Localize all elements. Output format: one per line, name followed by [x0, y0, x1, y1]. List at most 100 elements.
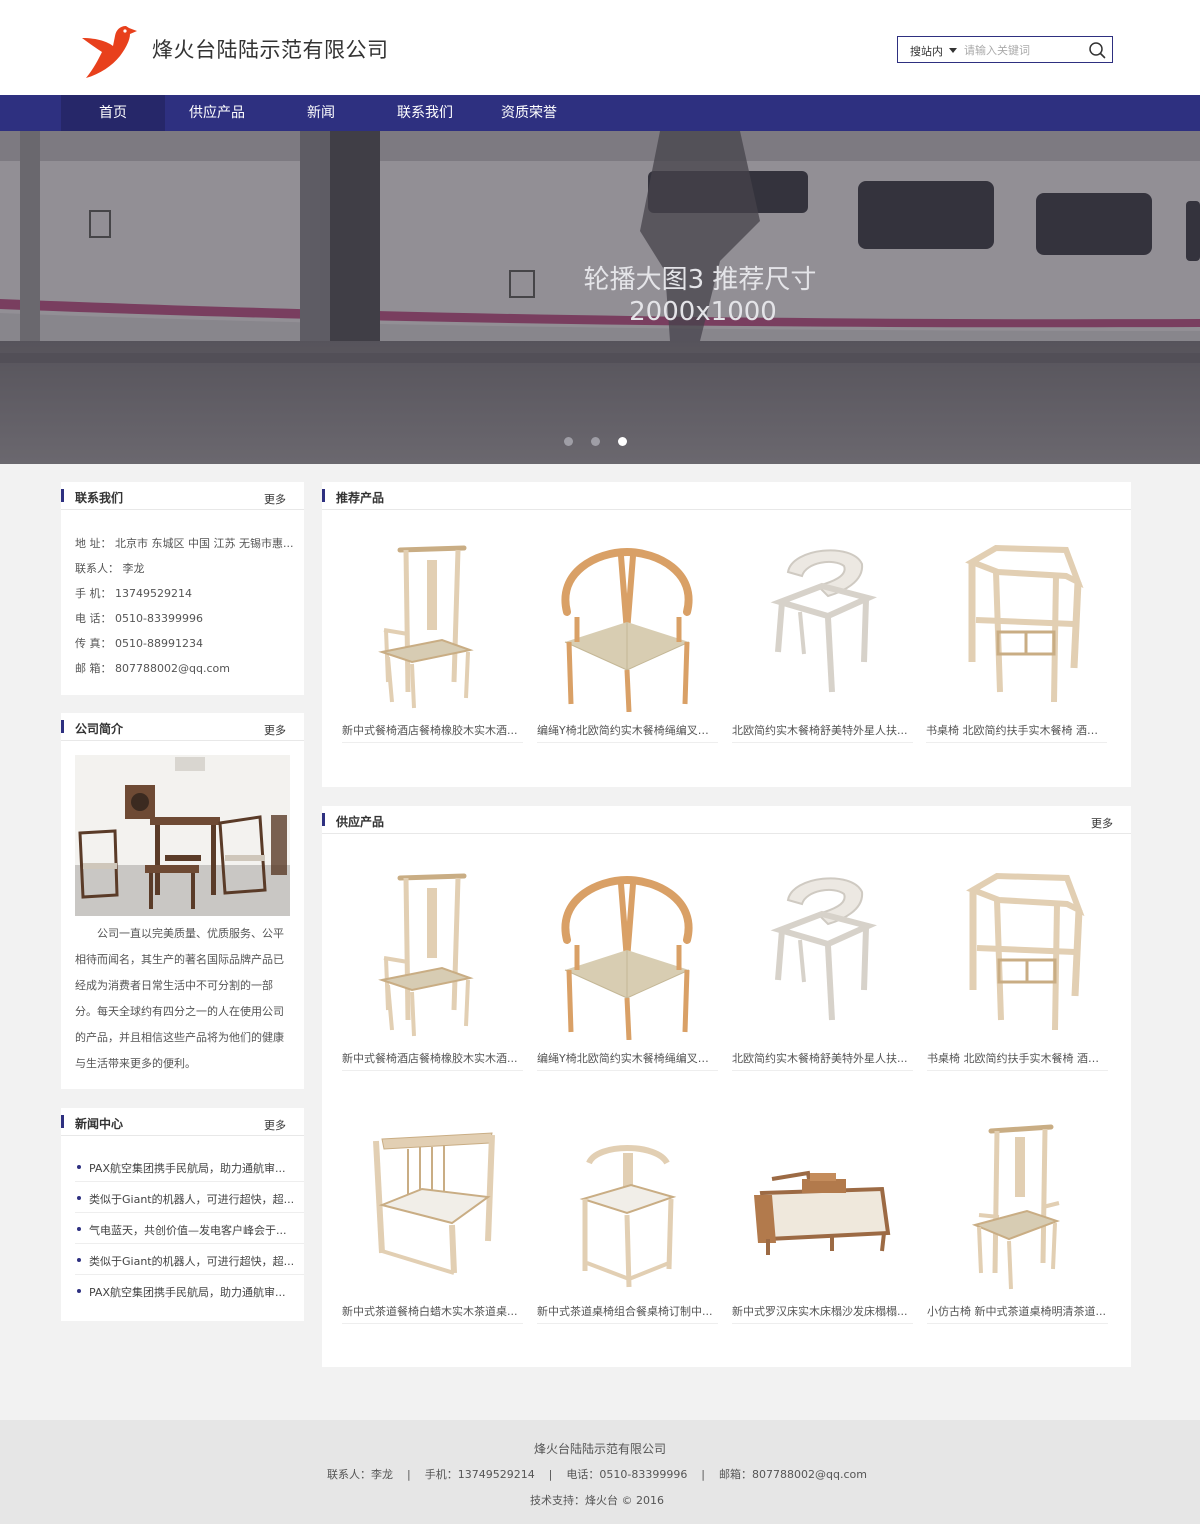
bullet-icon: [77, 1289, 81, 1293]
news-item-title[interactable]: PAX航空集团携手民航局，助力通航审...: [89, 1160, 285, 1176]
contact-title: 联系我们: [75, 491, 124, 505]
bullet-icon: [77, 1196, 81, 1200]
footer-contact: 联系人：李龙 | 手机：13749529214 | 电话：0510-833999…: [327, 1468, 867, 1481]
news-item-title[interactable]: 类似于Giant的机器人，可进行超快，超...: [89, 1191, 294, 1207]
product-image[interactable]: [732, 1123, 913, 1293]
nav-item-products[interactable]: 供应产品: [165, 95, 269, 131]
divider: [537, 742, 718, 743]
nav-item-news[interactable]: 新闻: [269, 95, 373, 131]
news-item-title[interactable]: PAX航空集团携手民航局，助力通航审...: [89, 1284, 285, 1300]
banner-carousel[interactable]: 轮播大图3 推荐尺寸 2000x1000: [0, 131, 1200, 464]
carousel-dot-1[interactable]: [564, 437, 573, 446]
banner-subtitle: 2000x1000: [629, 297, 777, 327]
divider: [537, 1070, 718, 1071]
news-item-title[interactable]: 类似于Giant的机器人，可进行超快，超...: [89, 1253, 294, 1269]
panel-header: 供应产品 更多: [322, 806, 1131, 834]
recommended-title: 推荐产品: [336, 491, 385, 505]
product-image[interactable]: [537, 870, 718, 1040]
product-image[interactable]: [926, 542, 1107, 712]
main-nav: 首页 供应产品 新闻 联系我们 资质荣誉: [0, 95, 1200, 131]
panel-header: 推荐产品: [322, 482, 1131, 510]
product-name[interactable]: 小仿古椅 新中式茶道桌椅明清茶道...: [927, 1303, 1108, 1319]
product-name[interactable]: 北欧简约实木餐椅舒美特外星人扶...: [732, 722, 913, 738]
divider: [927, 1323, 1108, 1324]
title-marker: [61, 1115, 64, 1128]
news-more-link[interactable]: 更多: [264, 1117, 286, 1133]
search-icon[interactable]: [1088, 41, 1106, 59]
contact-email[interactable]: 邮 箱： 807788002@qq.com: [75, 660, 230, 676]
news-title: 新闻中心: [75, 1117, 124, 1131]
divider: [537, 1323, 718, 1324]
intro-text: 公司一直以完美质量、优质服务、公平相待而闻名，其生产的著名国际品牌产品已经成为消…: [75, 927, 284, 1070]
product-name[interactable]: 新中式餐椅酒店餐椅橡胶木实木酒...: [342, 722, 523, 738]
caret-down-icon[interactable]: [949, 48, 957, 53]
news-item[interactable]: 类似于Giant的机器人，可进行超快，超...: [75, 1244, 304, 1275]
supply-panel: 供应产品 更多 新中式餐椅酒店餐椅橡胶木实木酒... 编绳Y椅北欧简约实木餐椅绳…: [322, 806, 1131, 1367]
contact-more-link[interactable]: 更多: [264, 491, 286, 507]
carousel-dot-3[interactable]: [618, 437, 627, 446]
product-name[interactable]: 书桌椅 北欧简约扶手实木餐椅 酒店...: [926, 722, 1107, 738]
news-item[interactable]: 气电蓝天，共创价值—发电客户峰会于...: [75, 1213, 304, 1244]
search-input[interactable]: [964, 41, 1080, 59]
footer-support: 技术支持：烽火台 © 2016: [530, 1494, 664, 1507]
product-name[interactable]: 编绳Y椅北欧简约实木餐椅绳编叉骨...: [537, 722, 718, 738]
product-image[interactable]: [732, 542, 913, 712]
product-name[interactable]: 新中式罗汉床实木床榻沙发床榻榻...: [732, 1303, 913, 1319]
divider: [927, 1070, 1108, 1071]
product-name[interactable]: 书桌椅 北欧简约扶手实木餐椅 酒店...: [927, 1050, 1108, 1066]
intro-more-link[interactable]: 更多: [264, 722, 286, 738]
panel-header: 联系我们 更多: [61, 482, 304, 510]
news-item-title[interactable]: 气电蓝天，共创价值—发电客户峰会于...: [89, 1222, 287, 1238]
nav-item-home[interactable]: 首页: [61, 95, 165, 131]
divider: [732, 1323, 913, 1324]
carousel-dot-2[interactable]: [591, 437, 600, 446]
contact-address: 地 址： 北京市 东城区 中国 江苏 无锡市惠...: [75, 537, 294, 550]
bullet-icon: [77, 1227, 81, 1231]
product-image[interactable]: [342, 870, 523, 1040]
product-name[interactable]: 新中式茶道桌椅组合餐桌椅订制中...: [537, 1303, 718, 1319]
product-name[interactable]: 新中式茶道餐椅白蜡木实木茶道桌...: [342, 1303, 523, 1319]
search-scope-select[interactable]: 搜站内: [910, 43, 943, 59]
panel-header: 公司简介 更多: [61, 713, 304, 741]
product-name[interactable]: 编绳Y椅北欧简约实木餐椅绳编叉骨...: [537, 1050, 718, 1066]
panel-header: 新闻中心 更多: [61, 1108, 304, 1136]
product-image[interactable]: [537, 1123, 718, 1293]
product-image[interactable]: [927, 1123, 1108, 1293]
company-photo[interactable]: [75, 755, 290, 916]
news-item[interactable]: PAX航空集团携手民航局，助力通航审...: [75, 1151, 304, 1182]
supply-title: 供应产品: [336, 815, 385, 829]
product-image[interactable]: [342, 1123, 523, 1293]
product-name[interactable]: 新中式餐椅酒店餐椅橡胶木实木酒...: [342, 1050, 523, 1066]
intro-title: 公司简介: [75, 722, 124, 736]
divider: [732, 742, 913, 743]
company-name[interactable]: 烽火台陆陆示范有限公司: [152, 34, 389, 64]
supply-more-link[interactable]: 更多: [1091, 815, 1113, 831]
product-image[interactable]: [342, 542, 523, 712]
news-item[interactable]: PAX航空集团携手民航局，助力通航审...: [75, 1275, 304, 1306]
nav-item-honors[interactable]: 资质荣誉: [477, 95, 581, 131]
divider: [926, 742, 1107, 743]
product-image[interactable]: [732, 870, 913, 1040]
divider: [732, 1070, 913, 1071]
product-image[interactable]: [537, 542, 718, 712]
bullet-icon: [77, 1165, 81, 1169]
contact-person: 联系人： 李龙: [75, 562, 145, 575]
title-marker: [61, 489, 64, 502]
site-header: 烽火台陆陆示范有限公司 搜站内: [0, 0, 1200, 95]
contact-fax: 传 真： 0510-88991234: [75, 637, 203, 650]
banner-title: 轮播大图3 推荐尺寸: [583, 265, 817, 295]
divider: [342, 1323, 523, 1324]
bullet-icon: [77, 1258, 81, 1262]
site-footer: 烽火台陆陆示范有限公司 联系人：李龙 | 手机：13749529214 | 电话…: [0, 1420, 1200, 1524]
nav-item-contact[interactable]: 联系我们: [373, 95, 477, 131]
contact-mobile: 手 机： 13749529214: [75, 587, 192, 600]
product-name[interactable]: 北欧简约实木餐椅舒美特外星人扶...: [732, 1050, 913, 1066]
bird-logo-icon[interactable]: [80, 22, 138, 80]
intro-panel: 公司简介 更多 公司一直以完美质量、优质服务、公平相待而闻名，其生产的著名国际品…: [61, 713, 304, 1089]
product-image[interactable]: [927, 870, 1108, 1040]
title-marker: [61, 720, 64, 733]
footer-company: 烽火台陆陆示范有限公司: [533, 1442, 666, 1456]
news-item[interactable]: 类似于Giant的机器人，可进行超快，超...: [75, 1182, 304, 1213]
title-marker: [322, 489, 325, 502]
recommended-panel: 推荐产品 新中式餐椅酒店餐椅橡胶木实木酒... 编绳Y椅北欧简约实木餐椅绳编叉骨…: [322, 482, 1131, 787]
